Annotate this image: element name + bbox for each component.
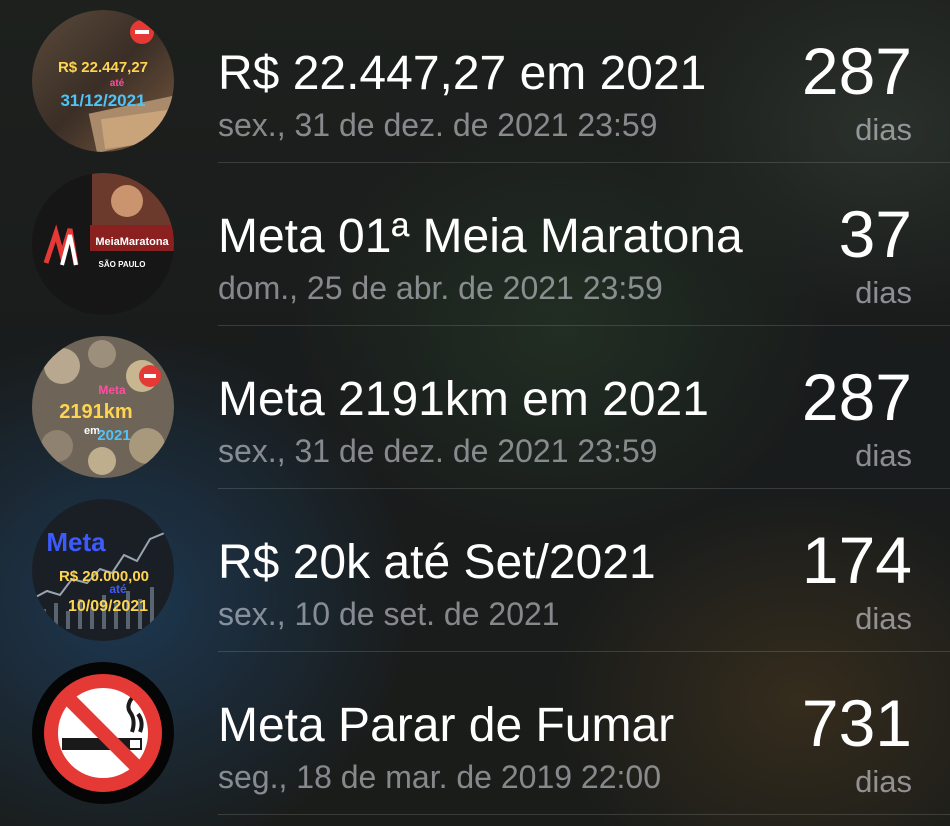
event-row[interactable]: Meta R$ 20.000,00 até 10/09/2021 R$ 20k … bbox=[0, 489, 950, 652]
days-unit: dias bbox=[855, 112, 912, 147]
thumb-line4: 2021 bbox=[97, 427, 130, 444]
thumb-line1: MeiaMaratona bbox=[95, 236, 169, 248]
event-row[interactable]: Meta 2191km em 2021 Meta 2191km em 2021 … bbox=[0, 326, 950, 489]
days-count: 37 bbox=[838, 197, 912, 271]
days-count: 174 bbox=[801, 523, 912, 597]
thumb-line2: até bbox=[110, 78, 125, 89]
days-count: 287 bbox=[801, 360, 912, 434]
event-title: Meta Parar de Fumar bbox=[218, 699, 675, 752]
event-row[interactable]: R$ 22.447,27 até 31/12/2021 R$ 22.447,27… bbox=[0, 0, 950, 163]
thumb-line4: 10/09/2021 bbox=[68, 598, 148, 615]
days-unit: dias bbox=[855, 601, 912, 636]
event-date: dom., 25 de abr. de 2021 23:59 bbox=[218, 270, 663, 306]
days-count: 731 bbox=[801, 686, 912, 760]
event-title: R$ 20k até Set/2021 bbox=[218, 536, 656, 589]
thumb-line1: R$ 22.447,27 bbox=[58, 59, 148, 76]
days-unit: dias bbox=[855, 438, 912, 473]
event-row[interactable]: MeiaMaratona SÃO PAULO Meta 01ª Meia Mar… bbox=[0, 163, 950, 326]
row-divider bbox=[218, 814, 950, 815]
days-unit: dias bbox=[855, 275, 912, 310]
thumb-line2: R$ 20.000,00 bbox=[59, 568, 149, 585]
event-date: seg., 18 de mar. de 2019 22:00 bbox=[218, 759, 661, 795]
event-title: Meta 2191km em 2021 bbox=[218, 373, 709, 426]
days-count: 287 bbox=[801, 34, 912, 108]
event-date: sex., 31 de dez. de 2021 23:59 bbox=[218, 433, 658, 469]
event-date: sex., 31 de dez. de 2021 23:59 bbox=[218, 107, 658, 143]
thumb-line2: 2191km bbox=[59, 401, 132, 423]
thumb-line3: 31/12/2021 bbox=[60, 91, 145, 110]
stock-chart-goal-icon: Meta R$ 20.000,00 até 10/09/2021 bbox=[32, 499, 174, 641]
event-title: Meta 01ª Meia Maratona bbox=[218, 210, 743, 263]
money-stack-goal-icon: R$ 22.447,27 até 31/12/2021 bbox=[32, 10, 174, 152]
thumb-line3: até bbox=[109, 582, 127, 596]
countdown-list: R$ 22.447,27 até 31/12/2021 R$ 22.447,27… bbox=[0, 0, 950, 826]
event-row[interactable]: Meta Parar de Fumar seg., 18 de mar. de … bbox=[0, 652, 950, 815]
thumb-line1: Meta bbox=[98, 383, 126, 397]
event-title: R$ 22.447,27 em 2021 bbox=[218, 47, 707, 100]
event-date: sex., 10 de set. de 2021 bbox=[218, 596, 560, 632]
coins-goal-icon: Meta 2191km em 2021 bbox=[32, 336, 174, 478]
half-marathon-logo-icon: MeiaMaratona SÃO PAULO bbox=[32, 173, 174, 315]
thumb-line2: SÃO PAULO bbox=[99, 260, 146, 269]
thumb-line1: Meta bbox=[46, 527, 106, 557]
days-unit: dias bbox=[855, 764, 912, 799]
no-smoking-icon bbox=[32, 662, 174, 804]
